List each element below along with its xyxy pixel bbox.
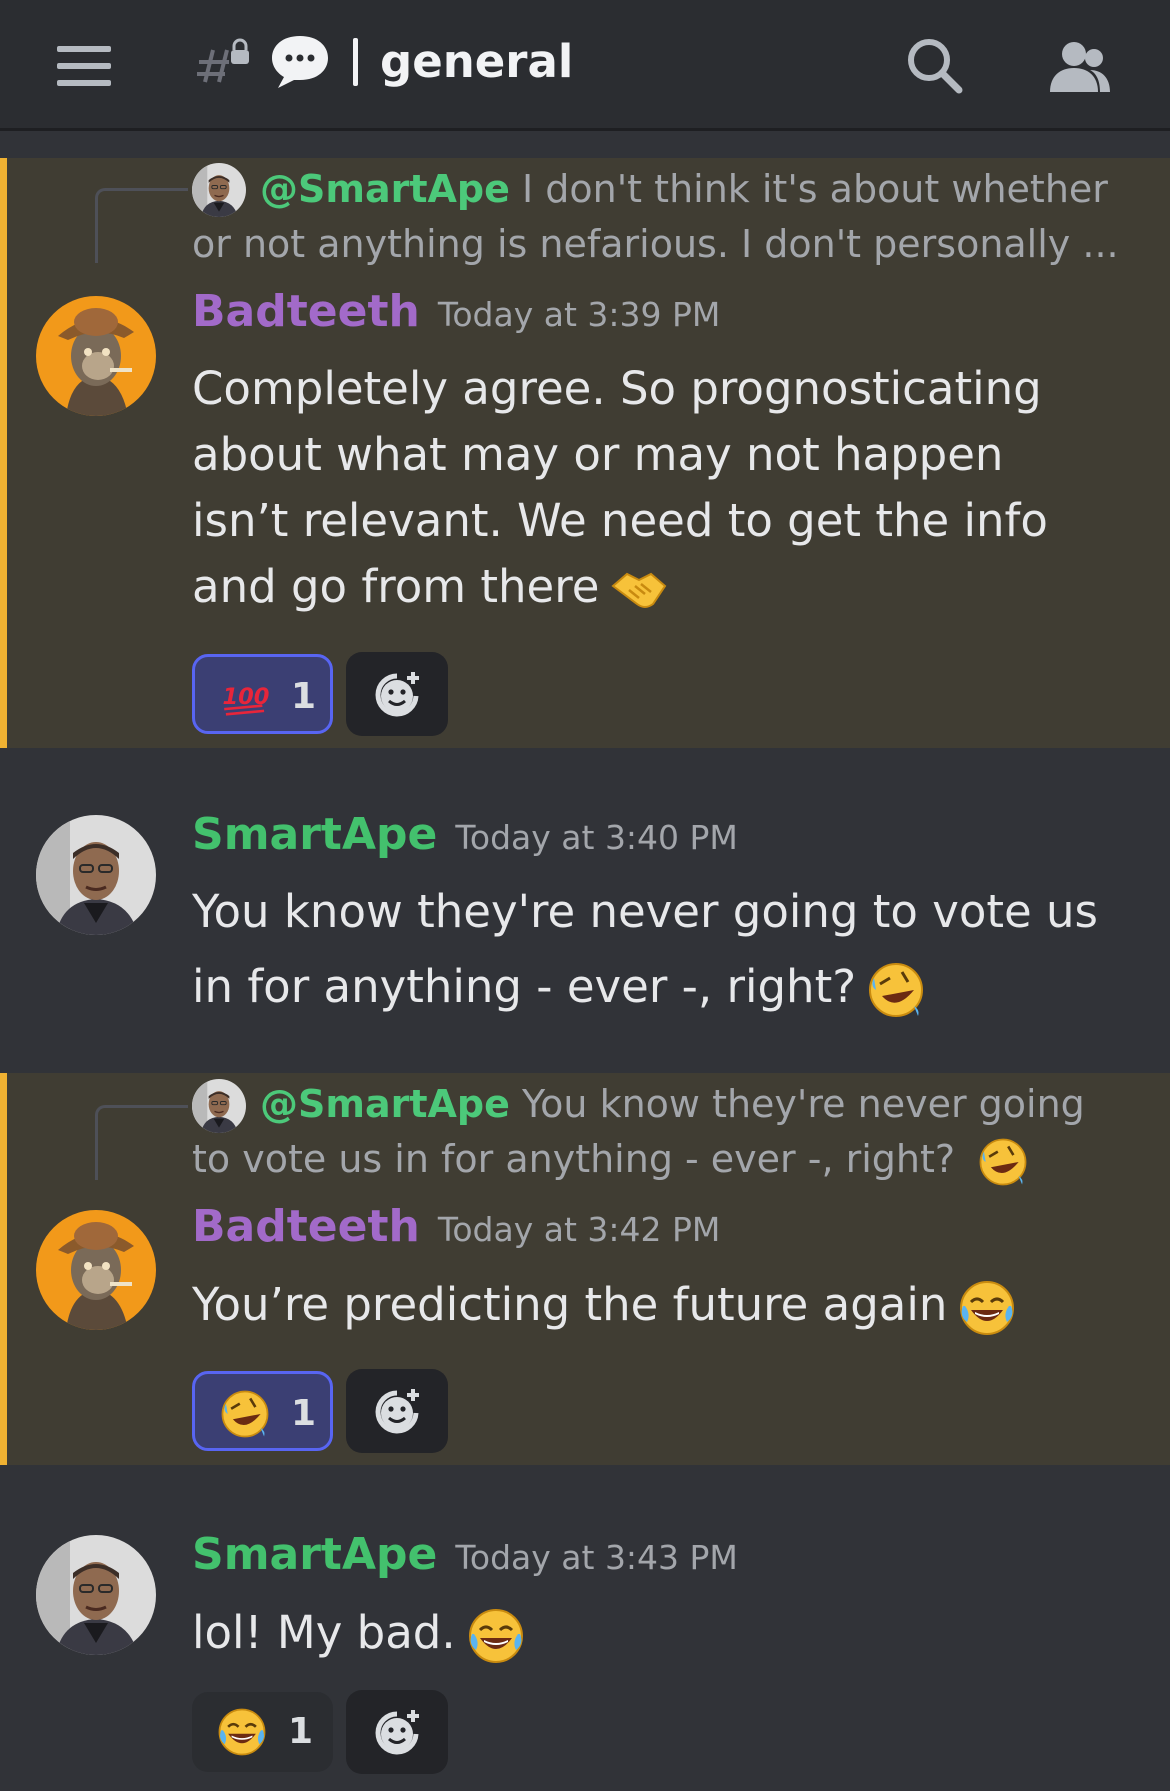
avatar[interactable]	[36, 296, 156, 416]
rolling-on-floor-laughing-emoji-icon	[866, 960, 926, 1020]
avatar[interactable]	[36, 1210, 156, 1330]
reaction-hundred-points[interactable]: 1	[192, 654, 333, 734]
message[interactable]: SmartApe Today at 3:43 PM lol! My bad. 1	[0, 1520, 1170, 1791]
channel-title[interactable]: general	[380, 34, 573, 90]
reaction-count: 1	[291, 676, 317, 717]
tears-of-joy-icon	[216, 1706, 268, 1758]
message[interactable]: SmartApe Today at 3:40 PM You know they'r…	[0, 800, 1170, 1040]
reaction-count: 1	[288, 1711, 314, 1752]
message-header: Badteeth Today at 3:39 PM	[192, 286, 720, 346]
message-text: You’re predicting the future again	[192, 1272, 1152, 1338]
reply-preview[interactable]: @SmartApe I don't think it's about wheth…	[192, 162, 1122, 272]
tears-of-joy-emoji-icon	[466, 1606, 526, 1666]
message-header: SmartApe Today at 3:43 PM	[192, 1529, 738, 1589]
handshake-emoji-icon	[609, 560, 669, 620]
add-reaction-button[interactable]	[346, 1369, 448, 1453]
timestamp: Today at 3:43 PM	[455, 1538, 738, 1577]
search-icon[interactable]	[905, 36, 963, 94]
message-text-content: You know they're never going to vote us …	[192, 885, 1098, 1013]
add-reaction-button[interactable]	[346, 1690, 448, 1774]
reply-mention[interactable]: @SmartApe	[260, 1082, 510, 1126]
message-highlighted[interactable]: @SmartApe You know they're never going t…	[0, 1073, 1170, 1465]
reaction-count: 1	[291, 1393, 317, 1434]
title-separator	[353, 38, 358, 86]
add-reaction-icon	[373, 670, 423, 720]
reply-mention[interactable]: @SmartApe	[260, 167, 510, 211]
rolling-on-floor-laughing-icon	[219, 1388, 271, 1440]
members-icon[interactable]	[1048, 40, 1112, 94]
author-name[interactable]: SmartApe	[192, 1529, 437, 1580]
message-text: Completely agree. So prognosticating abo…	[192, 356, 1092, 620]
message-text-content: lol! My bad.	[192, 1606, 456, 1659]
locked-channel-icon	[197, 38, 249, 83]
author-name[interactable]: SmartApe	[192, 809, 437, 860]
author-name[interactable]: Badteeth	[192, 286, 420, 337]
reaction-tears-of-joy[interactable]: 1	[192, 1692, 333, 1772]
reply-preview[interactable]: @SmartApe You know they're never going t…	[192, 1077, 1122, 1188]
timestamp: Today at 3:39 PM	[437, 295, 721, 334]
avatar[interactable]	[36, 1535, 156, 1655]
add-reaction-icon	[373, 1708, 423, 1758]
message-header: SmartApe Today at 3:40 PM	[192, 809, 738, 869]
message-header: Badteeth Today at 3:42 PM	[192, 1201, 720, 1261]
speech-bubble-icon[interactable]	[268, 32, 332, 92]
timestamp: Today at 3:40 PM	[455, 818, 738, 857]
avatar[interactable]	[36, 815, 156, 935]
message-text: lol! My bad.	[192, 1600, 1092, 1666]
message-highlighted[interactable]: @SmartApe I don't think it's about wheth…	[0, 158, 1170, 748]
rolling-on-floor-laughing-emoji-icon	[977, 1136, 1029, 1188]
message-text: You know they're never going to vote us …	[192, 874, 1132, 1024]
hundred-points-icon	[219, 671, 271, 723]
message-text-content: You’re predicting the future again	[192, 1278, 948, 1331]
timestamp: Today at 3:42 PM	[437, 1210, 721, 1249]
reply-connector	[95, 1105, 188, 1180]
channel-header: general	[0, 0, 1170, 131]
author-name[interactable]: Badteeth	[192, 1201, 420, 1252]
reply-connector	[95, 188, 188, 263]
menu-icon[interactable]	[57, 46, 111, 86]
add-reaction-button[interactable]	[346, 652, 448, 736]
tears-of-joy-emoji-icon	[957, 1278, 1017, 1338]
reaction-rolling-on-floor-laughing[interactable]: 1	[192, 1371, 333, 1451]
add-reaction-icon	[373, 1387, 423, 1437]
